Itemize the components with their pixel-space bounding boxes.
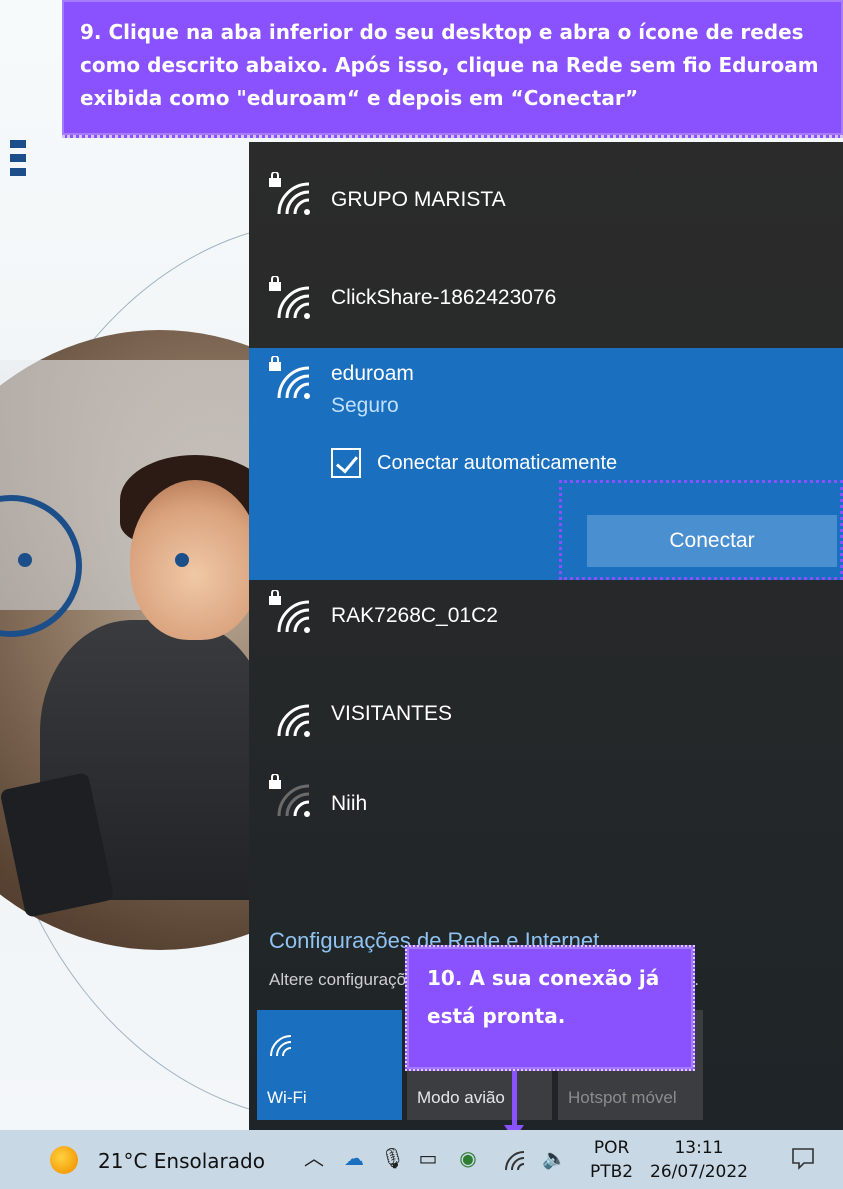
quick-action-wifi[interactable]: Wi-Fi: [257, 1010, 402, 1120]
auto-connect-checkbox[interactable]: [331, 448, 361, 478]
network-item-clickshare[interactable]: ClickShare-1862423076: [249, 246, 843, 348]
network-ssid: GRUPO MARISTA: [331, 188, 506, 211]
network-item-niih[interactable]: Niih: [249, 768, 843, 864]
instruction-step-10: 10. A sua conexão já está pronta.: [405, 945, 695, 1071]
wifi-secured-icon: [269, 590, 310, 633]
globe-icon[interactable]: ◉: [456, 1146, 480, 1170]
network-ssid: ClickShare-1862423076: [331, 286, 557, 309]
language-code: POR: [593, 1138, 630, 1158]
network-ssid: Niih: [331, 792, 368, 815]
auto-connect-label: Conectar automaticamente: [377, 451, 618, 474]
quick-action-label: Hotspot móvel: [568, 1088, 677, 1107]
sun-icon[interactable]: [50, 1146, 78, 1174]
auto-connect-row[interactable]: Conectar automaticamente: [331, 448, 617, 478]
brand-logo: [10, 140, 26, 182]
decorative-dot: [175, 553, 189, 567]
photo-child-face: [130, 480, 260, 640]
wifi-icon: [277, 704, 310, 737]
network-item-rak7268c[interactable]: RAK7268C_01C2: [249, 580, 843, 672]
wifi-icon: [270, 1035, 292, 1057]
callout-arrow: [512, 1071, 517, 1129]
wifi-tray-icon[interactable]: [502, 1148, 526, 1172]
battery-icon[interactable]: ▭: [416, 1146, 440, 1170]
quick-action-label: Wi-Fi: [267, 1088, 307, 1107]
network-status: Seguro: [331, 394, 399, 417]
chevron-up-icon[interactable]: ︿: [302, 1146, 326, 1170]
weather-text[interactable]: 21°C Ensolarado: [98, 1149, 265, 1173]
wifi-weak-secured-icon: [269, 774, 310, 817]
taskbar: 21°C Ensolarado ︿ ☁ 🎙 ▭ ◉ 🔈 POR PTB2 13:…: [0, 1130, 843, 1189]
wifi-secured-icon: [269, 356, 310, 399]
wifi-secured-icon: [269, 276, 310, 319]
keyboard-layout: PTB2: [590, 1162, 634, 1182]
network-ssid: RAK7268C_01C2: [331, 604, 498, 627]
network-item-eduroam[interactable]: eduroam Seguro Conectar automaticamente …: [249, 348, 843, 580]
clock-time: 13:11: [674, 1138, 724, 1158]
microphone-icon[interactable]: 🎙: [380, 1146, 405, 1170]
notification-icon[interactable]: [790, 1145, 816, 1171]
wifi-secured-icon: [269, 172, 310, 215]
clock[interactable]: 13:11 26/07/2022: [650, 1136, 748, 1184]
connect-highlight: [559, 480, 843, 580]
quick-action-label: Modo avião: [417, 1088, 505, 1107]
network-ssid: VISITANTES: [331, 702, 452, 725]
instruction-step-9: 9. Clique na aba inferior do seu desktop…: [62, 0, 843, 138]
onedrive-icon[interactable]: ☁: [342, 1146, 366, 1170]
decorative-dot: [18, 553, 32, 567]
network-item-grupo-marista[interactable]: GRUPO MARISTA: [249, 142, 843, 246]
language-indicator[interactable]: POR PTB2: [590, 1136, 633, 1184]
network-ssid: eduroam: [331, 362, 414, 385]
network-item-visitantes[interactable]: VISITANTES: [249, 672, 843, 768]
clock-date: 26/07/2022: [650, 1162, 748, 1182]
volume-icon[interactable]: 🔈: [542, 1146, 567, 1170]
